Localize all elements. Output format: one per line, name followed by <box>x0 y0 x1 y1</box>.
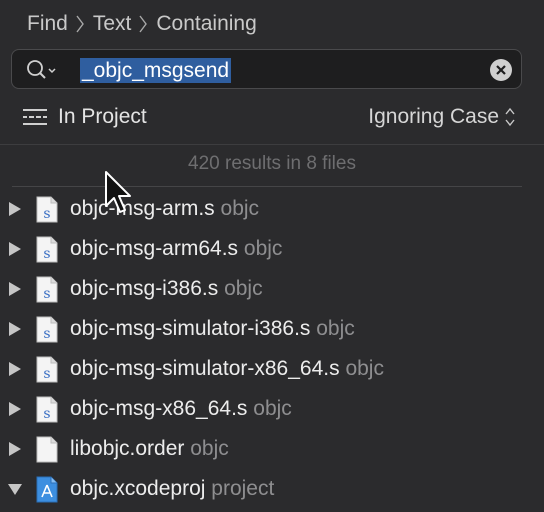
search-options-icon[interactable] <box>26 59 66 81</box>
source-file-icon: s <box>36 236 58 263</box>
disclosure-triangle-icon[interactable] <box>8 281 22 297</box>
list-item[interactable]: s objc-msg-simulator-i386.s objc <box>0 308 544 348</box>
divider <box>0 144 544 145</box>
disclosure-triangle-expanded-icon[interactable] <box>8 481 22 497</box>
search-field[interactable]: _objc_msgsend <box>11 49 522 89</box>
xcodeproj-icon <box>36 476 58 503</box>
file-name: objc-msg-x86_64.s <box>70 397 248 420</box>
file-location: objc <box>224 277 263 300</box>
svg-text:s: s <box>43 286 50 302</box>
disclosure-triangle-icon[interactable] <box>8 401 22 417</box>
source-file-icon: s <box>36 396 58 423</box>
source-file-icon: s <box>36 356 58 383</box>
disclosure-triangle-icon[interactable] <box>8 201 22 217</box>
list-item[interactable]: s objc-msg-arm64.s objc <box>0 228 544 268</box>
source-file-icon: s <box>36 316 58 343</box>
breadcrumb-find[interactable]: Find <box>27 12 68 36</box>
file-name: objc-msg-simulator-x86_64.s <box>70 357 340 380</box>
plain-file-icon <box>36 436 58 463</box>
summary-divider <box>12 186 522 187</box>
file-name: objc-msg-simulator-i386.s <box>70 317 311 340</box>
svg-text:s: s <box>43 246 50 262</box>
file-location: objc <box>345 357 384 380</box>
svg-text:s: s <box>43 366 50 382</box>
source-file-icon: s <box>36 276 58 303</box>
disclosure-triangle-icon[interactable] <box>8 441 22 457</box>
file-name: libobjc.order <box>70 437 185 460</box>
clear-search-button[interactable] <box>490 59 512 81</box>
breadcrumb-containing[interactable]: Containing <box>156 12 256 36</box>
list-item[interactable]: s objc-msg-arm.s objc <box>0 188 544 228</box>
breadcrumb: Find Text Containing <box>27 8 257 40</box>
results-list: s objc-msg-arm.s objc s objc-msg-arm64.s… <box>0 188 544 508</box>
results-summary: 420 results in 8 files <box>188 153 356 174</box>
mouse-pointer-icon <box>104 170 134 216</box>
list-item[interactable]: objc.xcodeproj project <box>0 468 544 508</box>
search-input-value[interactable]: _objc_msgsend <box>80 58 232 83</box>
file-location: objc <box>316 317 355 340</box>
svg-text:s: s <box>43 406 50 422</box>
disclosure-triangle-icon[interactable] <box>8 361 22 377</box>
file-location: project <box>211 477 275 500</box>
file-name: objc-msg-arm64.s <box>70 237 239 260</box>
scope-row: In Project Ignoring Case <box>0 98 544 136</box>
file-name: objc-msg-arm.s <box>70 197 215 220</box>
file-location: objc <box>220 197 260 220</box>
file-name: objc-msg-i386.s <box>70 277 219 300</box>
source-file-icon: s <box>36 196 58 223</box>
chevron-right-icon <box>76 15 84 33</box>
list-item[interactable]: s objc-msg-simulator-x86_64.s objc <box>0 348 544 388</box>
list-item[interactable]: s objc-msg-x86_64.s objc <box>0 388 544 428</box>
file-name: objc.xcodeproj <box>70 477 206 500</box>
file-location: objc <box>253 397 292 420</box>
find-navigator: Find Text Containing _objc_msgsend In Pr… <box>0 0 544 512</box>
list-item[interactable]: libobjc.order objc <box>0 428 544 468</box>
scope-icon[interactable] <box>22 108 48 126</box>
disclosure-triangle-icon[interactable] <box>8 321 22 337</box>
breadcrumb-text[interactable]: Text <box>93 12 132 36</box>
svg-text:s: s <box>43 326 50 342</box>
file-location: objc <box>243 237 283 260</box>
svg-text:s: s <box>43 206 50 222</box>
case-sensitivity-popup[interactable]: Ignoring Case <box>368 105 499 129</box>
file-location: objc <box>190 437 229 460</box>
chevron-updown-icon[interactable] <box>504 106 516 128</box>
list-item[interactable]: s objc-msg-i386.s objc <box>0 268 544 308</box>
scope-selector[interactable]: In Project <box>58 105 147 129</box>
disclosure-triangle-icon[interactable] <box>8 241 22 257</box>
chevron-right-icon <box>139 15 148 33</box>
